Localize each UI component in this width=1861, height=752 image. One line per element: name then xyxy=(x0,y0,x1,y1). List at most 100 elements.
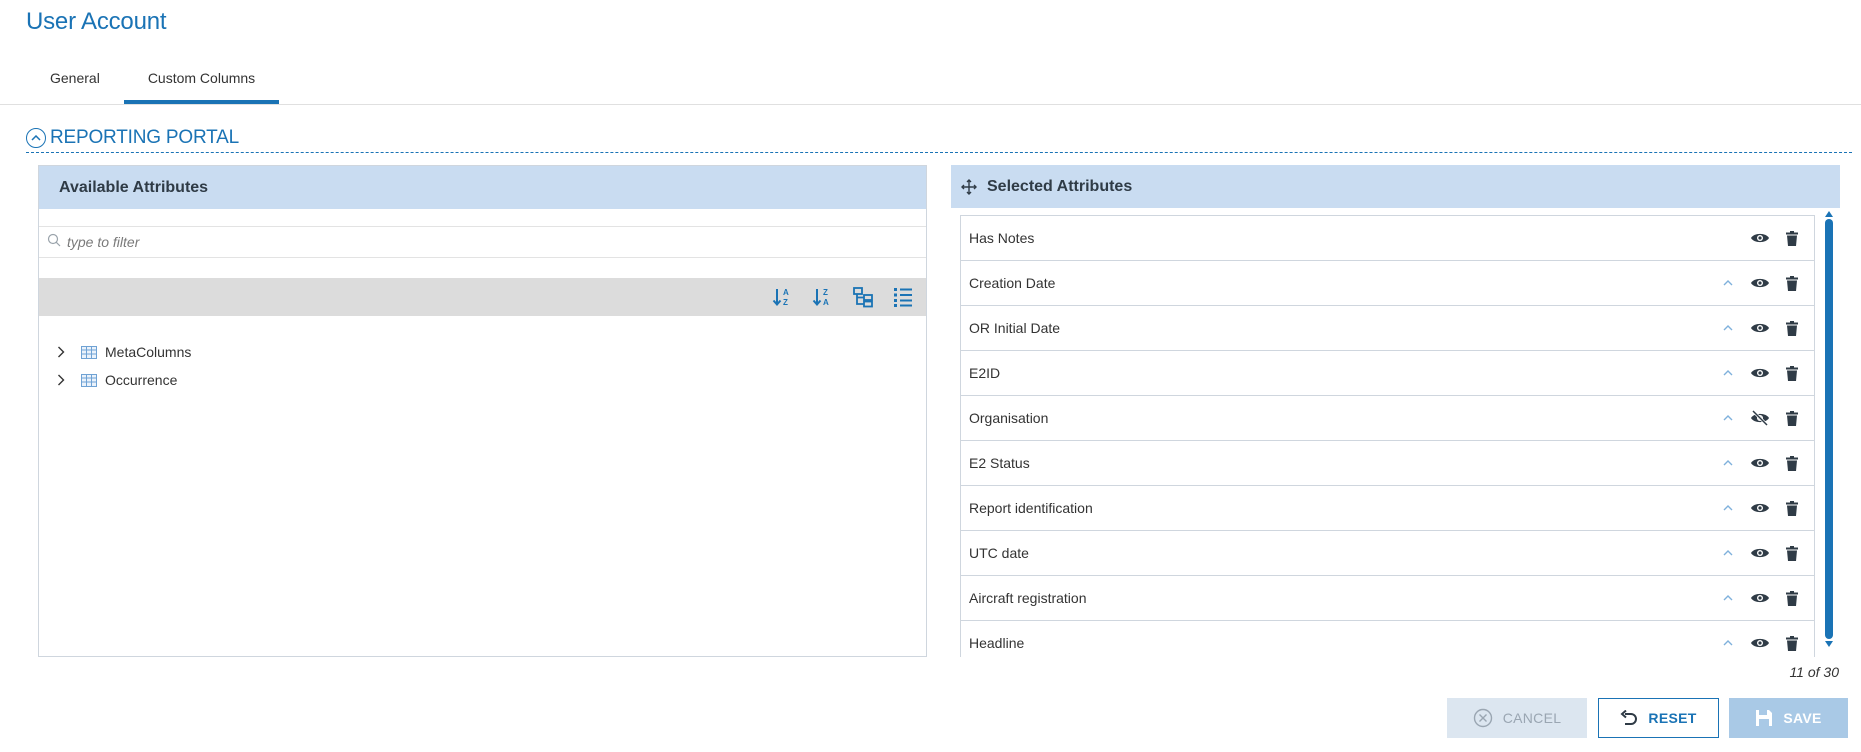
list-view-icon[interactable] xyxy=(890,284,916,310)
chevron-up-icon[interactable] xyxy=(1716,316,1740,340)
table-icon xyxy=(81,373,97,387)
trash-icon[interactable] xyxy=(1780,496,1804,520)
svg-text:Z: Z xyxy=(823,288,828,297)
chevron-up-icon[interactable] xyxy=(1716,541,1740,565)
trash-icon[interactable] xyxy=(1780,406,1804,430)
sort-ascending-icon[interactable]: AZ xyxy=(770,284,796,310)
chevron-up-icon[interactable] xyxy=(1716,586,1740,610)
sort-descending-icon[interactable]: ZA xyxy=(810,284,836,310)
tab-bar: General Custom Columns xyxy=(26,58,280,104)
list-item-label: OR Initial Date xyxy=(969,320,1061,336)
trash-icon[interactable] xyxy=(1780,316,1804,340)
save-button[interactable]: SAVE xyxy=(1729,698,1848,738)
trash-icon[interactable] xyxy=(1780,226,1804,250)
tree-item-label: Occurrence xyxy=(105,372,178,388)
eye-icon[interactable] xyxy=(1748,451,1772,475)
eye-icon[interactable] xyxy=(1748,496,1772,520)
available-attributes-panel: Available Attributes AZ ZA MetaColumn xyxy=(38,165,927,657)
trash-icon[interactable] xyxy=(1780,631,1804,655)
available-attributes-title: Available Attributes xyxy=(59,178,209,196)
trash-icon[interactable] xyxy=(1780,361,1804,385)
tree-view-icon[interactable] xyxy=(850,284,876,310)
list-item[interactable]: E2ID xyxy=(960,350,1815,395)
row-actions xyxy=(1716,271,1814,295)
eye-off-icon[interactable] xyxy=(1748,406,1772,430)
filter-input[interactable] xyxy=(67,234,667,250)
section-title: REPORTING PORTAL xyxy=(50,127,239,148)
chevron-right-icon[interactable] xyxy=(57,374,69,386)
selected-attributes-panel: Selected Attributes Has Notes Creation Da… xyxy=(951,165,1840,657)
tree-toolbar: AZ ZA xyxy=(39,278,926,316)
chevron-up-icon[interactable] xyxy=(1716,451,1740,475)
list-item[interactable]: OR Initial Date xyxy=(960,305,1815,350)
chevron-up-icon[interactable] xyxy=(1716,406,1740,430)
row-actions xyxy=(1716,586,1814,610)
search-icon xyxy=(47,233,61,252)
tabs-divider xyxy=(0,104,1861,105)
cancel-button[interactable]: CANCEL xyxy=(1447,698,1587,738)
eye-icon[interactable] xyxy=(1748,631,1772,655)
row-actions xyxy=(1716,451,1814,475)
section-header[interactable]: REPORTING PORTAL xyxy=(26,124,1852,153)
selected-attributes-header: Selected Attributes xyxy=(951,165,1840,208)
eye-icon[interactable] xyxy=(1748,316,1772,340)
undo-icon xyxy=(1620,710,1638,726)
svg-text:A: A xyxy=(783,288,789,297)
list-item[interactable]: Creation Date xyxy=(960,260,1815,305)
table-icon xyxy=(81,345,97,359)
cancel-label: CANCEL xyxy=(1502,710,1562,726)
filter-bar xyxy=(39,226,926,258)
list-item[interactable]: Report identification xyxy=(960,485,1815,530)
available-attributes-header: Available Attributes xyxy=(39,166,926,209)
list-item[interactable]: Headline xyxy=(960,620,1815,657)
tree-item[interactable]: Occurrence xyxy=(39,366,926,394)
row-actions xyxy=(1716,226,1814,250)
list-item[interactable]: UTC date xyxy=(960,530,1815,575)
list-item-label: Aircraft registration xyxy=(969,590,1087,606)
save-label: SAVE xyxy=(1783,710,1822,726)
scrollbar-thumb[interactable] xyxy=(1825,219,1833,639)
reset-button[interactable]: RESET xyxy=(1598,698,1719,738)
eye-icon[interactable] xyxy=(1748,271,1772,295)
eye-icon[interactable] xyxy=(1748,541,1772,565)
svg-text:A: A xyxy=(823,298,829,307)
eye-icon[interactable] xyxy=(1748,586,1772,610)
row-actions xyxy=(1716,496,1814,520)
reset-label: RESET xyxy=(1648,710,1697,726)
chevron-up-icon[interactable] xyxy=(1716,496,1740,520)
chevron-up-icon[interactable] xyxy=(1716,631,1740,655)
trash-icon[interactable] xyxy=(1780,451,1804,475)
page-title: User Account xyxy=(26,8,167,35)
selection-counter: 11 of 30 xyxy=(1789,664,1839,680)
eye-icon[interactable] xyxy=(1748,361,1772,385)
list-item[interactable]: Organisation xyxy=(960,395,1815,440)
chevron-up-icon[interactable] xyxy=(1716,361,1740,385)
chevron-up-icon[interactable] xyxy=(1716,271,1740,295)
svg-text:Z: Z xyxy=(783,298,788,307)
scrollbar[interactable] xyxy=(1823,209,1835,657)
selected-attributes-list[interactable]: Has Notes Creation Date OR Initial Date E2I… xyxy=(960,215,1815,657)
scroll-down-icon[interactable] xyxy=(1823,639,1835,649)
tab-general[interactable]: General xyxy=(26,58,124,104)
attribute-tree: MetaColumns Occurrence xyxy=(39,316,926,394)
row-actions xyxy=(1716,631,1814,655)
chevron-right-icon[interactable] xyxy=(57,346,69,358)
floppy-disk-icon xyxy=(1755,709,1773,727)
list-item-label: Organisation xyxy=(969,410,1049,426)
list-item[interactable]: Has Notes xyxy=(960,215,1815,260)
tree-item[interactable]: MetaColumns xyxy=(39,338,926,366)
scroll-up-icon[interactable] xyxy=(1823,209,1835,219)
eye-icon[interactable] xyxy=(1748,226,1772,250)
chevron-up-icon[interactable] xyxy=(26,128,46,148)
cancel-icon xyxy=(1473,708,1493,728)
list-item-label: Report identification xyxy=(969,500,1093,516)
row-actions xyxy=(1716,361,1814,385)
tab-custom-columns[interactable]: Custom Columns xyxy=(123,58,280,104)
list-item[interactable]: E2 Status xyxy=(960,440,1815,485)
row-actions xyxy=(1716,316,1814,340)
trash-icon[interactable] xyxy=(1780,586,1804,610)
row-actions xyxy=(1716,541,1814,565)
trash-icon[interactable] xyxy=(1780,271,1804,295)
trash-icon[interactable] xyxy=(1780,541,1804,565)
list-item[interactable]: Aircraft registration xyxy=(960,575,1815,620)
